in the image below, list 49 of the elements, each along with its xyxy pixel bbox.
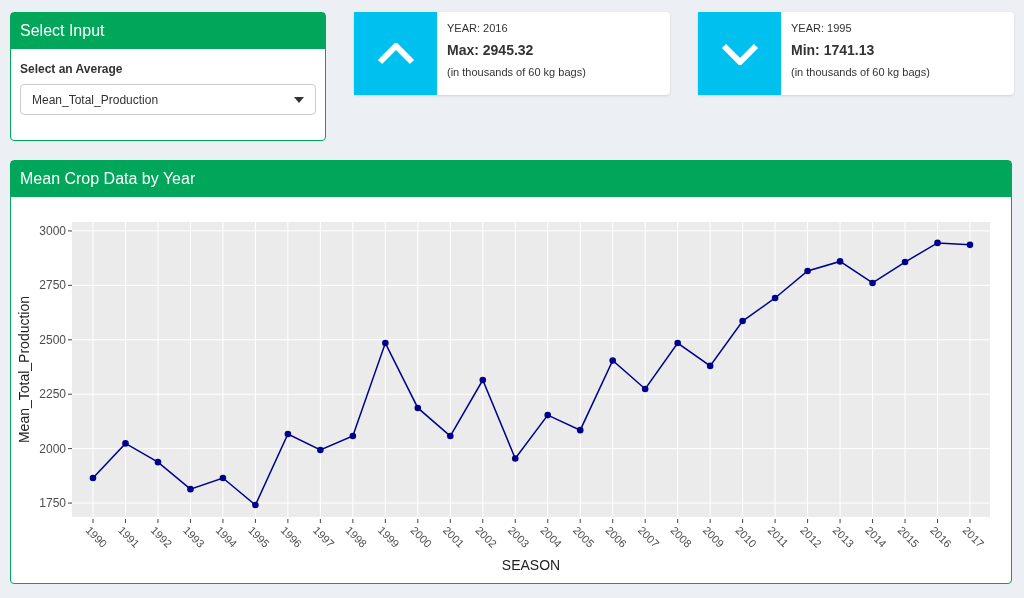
data-point (804, 267, 811, 275)
data-point (739, 317, 746, 325)
average-dropdown[interactable]: Mean_Total_Production (20, 84, 316, 115)
data-point (479, 376, 487, 384)
year-label: YEAR: 1995 (791, 21, 853, 36)
data-point (414, 404, 422, 412)
data-point (284, 430, 292, 438)
data-point (901, 258, 909, 266)
data-point (511, 455, 519, 462)
caret-icon (294, 96, 304, 103)
chevron-up-icon (376, 42, 415, 65)
data-point (219, 474, 227, 482)
data-point (966, 241, 974, 249)
data-point (544, 411, 552, 419)
stat-value: Min: 1741.13 (791, 40, 876, 60)
data-point (706, 362, 714, 370)
data-point (609, 357, 616, 364)
y-axis-title: Mean_Total_Production (16, 295, 32, 444)
field-label: Select an Average (20, 61, 124, 78)
panel-title: Mean Crop Data by Year (20, 169, 196, 189)
data-point (154, 458, 162, 466)
data-point (576, 426, 584, 434)
data-point (187, 485, 194, 493)
chevron-down-icon (720, 42, 759, 65)
data-point (317, 446, 324, 454)
y-tick-label: 2500 (39, 332, 66, 347)
y-tick-label: 1750 (39, 496, 66, 511)
data-point (934, 239, 941, 247)
data-point (447, 432, 454, 440)
y-tick-label: 2750 (39, 278, 66, 293)
stat-value: Max: 2945.32 (447, 40, 535, 60)
unit-note: (in thousands of 60 kg bags) (791, 64, 930, 80)
unit-note: (in thousands of 60 kg bags) (447, 64, 586, 80)
year-label: YEAR: 2016 (447, 21, 509, 36)
x-axis-title: SEASON (501, 557, 561, 573)
data-point (252, 501, 259, 509)
data-point (122, 440, 129, 447)
panel-title: Select Input (20, 21, 105, 41)
y-tick-label: 2000 (39, 441, 66, 456)
y-tick-label: 2250 (39, 387, 66, 402)
data-point (674, 339, 681, 347)
data-point (641, 385, 649, 393)
data-point (382, 339, 389, 347)
data-point (771, 294, 779, 302)
data-point (349, 432, 357, 440)
data-point (836, 258, 844, 265)
data-point (89, 474, 97, 482)
y-tick-label: 3000 (39, 223, 66, 238)
data-point (869, 279, 876, 287)
